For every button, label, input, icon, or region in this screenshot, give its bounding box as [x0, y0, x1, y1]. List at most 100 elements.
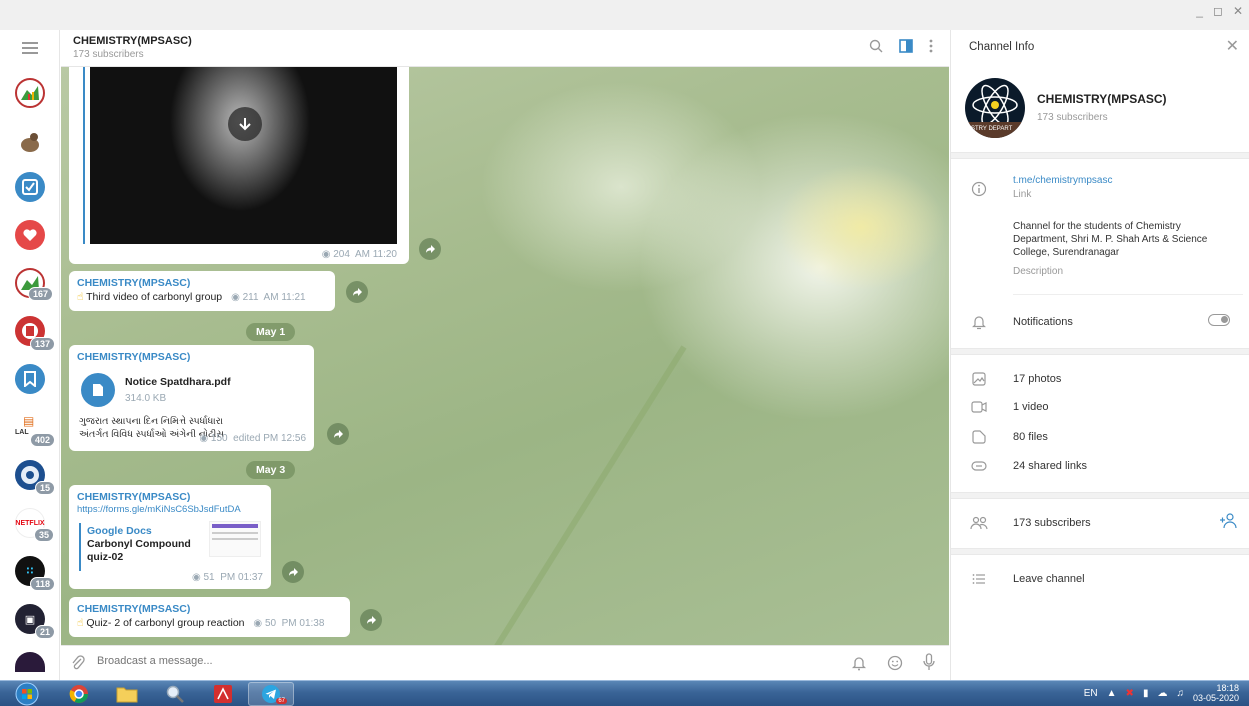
chat-avatar-lal[interactable]: ▤ LAL 402	[15, 412, 55, 447]
forward-button[interactable]	[419, 238, 441, 260]
chat-avatar-netflix[interactable]: NETFLIX 35	[15, 508, 54, 542]
message-sender[interactable]: CHEMISTRY(MPSASC)	[77, 491, 263, 503]
search-icon[interactable]	[869, 39, 883, 53]
message-sender[interactable]: CHEMISTRY(MPSASC)	[77, 351, 306, 363]
message-time: PM 01:37	[220, 572, 263, 583]
chat-subscriber-count: 173 subscribers	[73, 49, 144, 60]
chat-messages-area: ◉ 204 AM 11:20 CHEMISTRY(MPSASC) ☝ Third…	[61, 67, 949, 645]
microphone-icon[interactable]	[923, 653, 935, 671]
close-icon[interactable]: ✕	[1226, 36, 1239, 56]
message-sender[interactable]: CHEMISTRY(MPSASC)	[77, 277, 327, 289]
clock-time: 18:18	[1216, 683, 1239, 693]
chat-avatar-8[interactable]: 15	[15, 460, 55, 495]
unread-badge: 35	[33, 528, 54, 542]
eye-icon: ◉	[321, 249, 331, 260]
tray-expand-icon[interactable]: ▲	[1107, 688, 1117, 699]
videos-row[interactable]: 1 video	[969, 401, 1244, 413]
pointing-hand-icon: ☝	[77, 291, 84, 303]
preview-site-name: Google Docs	[87, 525, 152, 537]
avatar-label: LAL	[15, 429, 29, 436]
close-window-icon[interactable]: ✕	[1233, 4, 1243, 18]
description-label: Description	[1013, 266, 1064, 277]
message-sender[interactable]: CHEMISTRY(MPSASC)	[77, 603, 342, 615]
window-controls: _ ◻ ✕	[1196, 4, 1243, 18]
explorer-taskbar-button[interactable]	[104, 682, 150, 706]
photos-count: 17 photos	[1013, 373, 1062, 385]
chat-avatar-4[interactable]	[15, 220, 45, 250]
clock[interactable]: 18:18 03-05-2020	[1193, 683, 1239, 703]
chat-title[interactable]: CHEMISTRY(MPSASC)	[73, 35, 192, 47]
emoji-icon[interactable]	[887, 655, 903, 671]
chat-avatar-2[interactable]	[15, 126, 45, 156]
files-row[interactable]: 80 files	[969, 430, 1244, 444]
window-title-bar: _ ◻ ✕	[0, 0, 1249, 30]
add-user-icon[interactable]	[1218, 513, 1238, 529]
share-icon	[333, 430, 343, 438]
cloud-icon[interactable]: ☁	[1157, 688, 1167, 699]
preview-thumbnail[interactable]	[209, 521, 261, 557]
people-icon	[969, 516, 989, 530]
subscribers-row[interactable]: 173 subscribers	[969, 513, 1244, 530]
network-error-icon[interactable]: ✖	[1126, 688, 1134, 699]
chat-avatar-11[interactable]: ▣ 21	[15, 604, 55, 639]
message-time: AM 11:21	[263, 292, 306, 303]
heart-icon	[23, 229, 37, 241]
message-link-url[interactable]: https://forms.gle/mKiNsC6SbJsdFutDA	[77, 504, 263, 515]
video-thumbnail[interactable]	[90, 67, 397, 244]
chart-logo-icon	[21, 86, 39, 100]
app-taskbar-button[interactable]	[152, 682, 198, 706]
file-icon[interactable]	[81, 373, 115, 407]
forward-button[interactable]	[346, 281, 368, 303]
link-label: Link	[1013, 189, 1032, 200]
links-row[interactable]: 24 shared links	[969, 460, 1244, 472]
bell-icon[interactable]	[852, 655, 866, 671]
forward-button[interactable]	[282, 561, 304, 583]
preview-title[interactable]: Carbonyl Compound quiz-02	[87, 538, 197, 564]
wallpaper-stem	[458, 345, 687, 645]
restore-icon[interactable]: ◻	[1213, 4, 1223, 18]
chat-avatar-3[interactable]	[15, 172, 45, 202]
channel-avatar[interactable]: STRY DEPART	[965, 78, 1025, 138]
signal-icon[interactable]: ▮	[1143, 688, 1149, 699]
photos-row[interactable]: 17 photos	[969, 372, 1244, 386]
avatar-caption: STRY DEPART	[971, 126, 1013, 132]
minimize-icon[interactable]: _	[1196, 4, 1203, 18]
menu-icon[interactable]	[22, 42, 38, 57]
bookmark-icon	[24, 371, 36, 387]
chat-avatar-10[interactable]: ∷ 118	[15, 556, 55, 591]
download-icon[interactable]	[228, 107, 262, 141]
acrobat-taskbar-button[interactable]	[200, 682, 246, 706]
forward-button[interactable]	[360, 609, 382, 631]
chat-avatar-12[interactable]	[15, 652, 45, 672]
notifications-row[interactable]: Notifications	[969, 314, 1244, 330]
language-indicator[interactable]: EN	[1084, 688, 1098, 699]
eye-icon: ◉	[199, 433, 209, 444]
chat-avatar-6[interactable]: 137	[15, 316, 55, 351]
date-separator: May 1	[246, 323, 296, 341]
chat-avatar-1[interactable]	[15, 78, 45, 108]
volume-icon[interactable]: ♫	[1176, 688, 1184, 699]
message-input[interactable]	[97, 655, 797, 667]
subscribers-count: 173 subscribers	[1013, 517, 1091, 529]
sidebar-toggle-icon[interactable]	[899, 39, 913, 53]
chat-avatar-saved[interactable]	[15, 364, 45, 394]
leave-channel-label: Leave channel	[1013, 573, 1085, 585]
channel-subscribers: 173 subscribers	[1037, 112, 1108, 123]
chat-list-sidebar: 167 137 ▤ LAL 402 15 NETFLIX 35 ∷ 118 ▣ …	[0, 30, 60, 680]
netflix-logo: NETFLIX	[15, 519, 45, 527]
chat-avatar-5[interactable]: 167	[15, 268, 53, 301]
bell-icon	[969, 314, 989, 330]
forward-button[interactable]	[327, 423, 349, 445]
start-button[interactable]	[4, 682, 50, 706]
link-icon	[969, 461, 989, 471]
share-icon	[288, 568, 298, 576]
channel-link[interactable]: t.me/chemistrympsasc	[1013, 175, 1112, 186]
chrome-taskbar-button[interactable]	[56, 682, 102, 706]
notifications-toggle[interactable]	[1208, 314, 1230, 326]
attach-icon[interactable]	[71, 655, 85, 671]
more-vertical-icon[interactable]	[929, 39, 933, 53]
file-name[interactable]: Notice Spatdhara.pdf	[125, 376, 231, 388]
telegram-taskbar-button[interactable]: 67	[248, 682, 294, 706]
leave-channel-row[interactable]: Leave channel	[969, 573, 1244, 585]
message-time: PM 01:38	[281, 618, 325, 629]
